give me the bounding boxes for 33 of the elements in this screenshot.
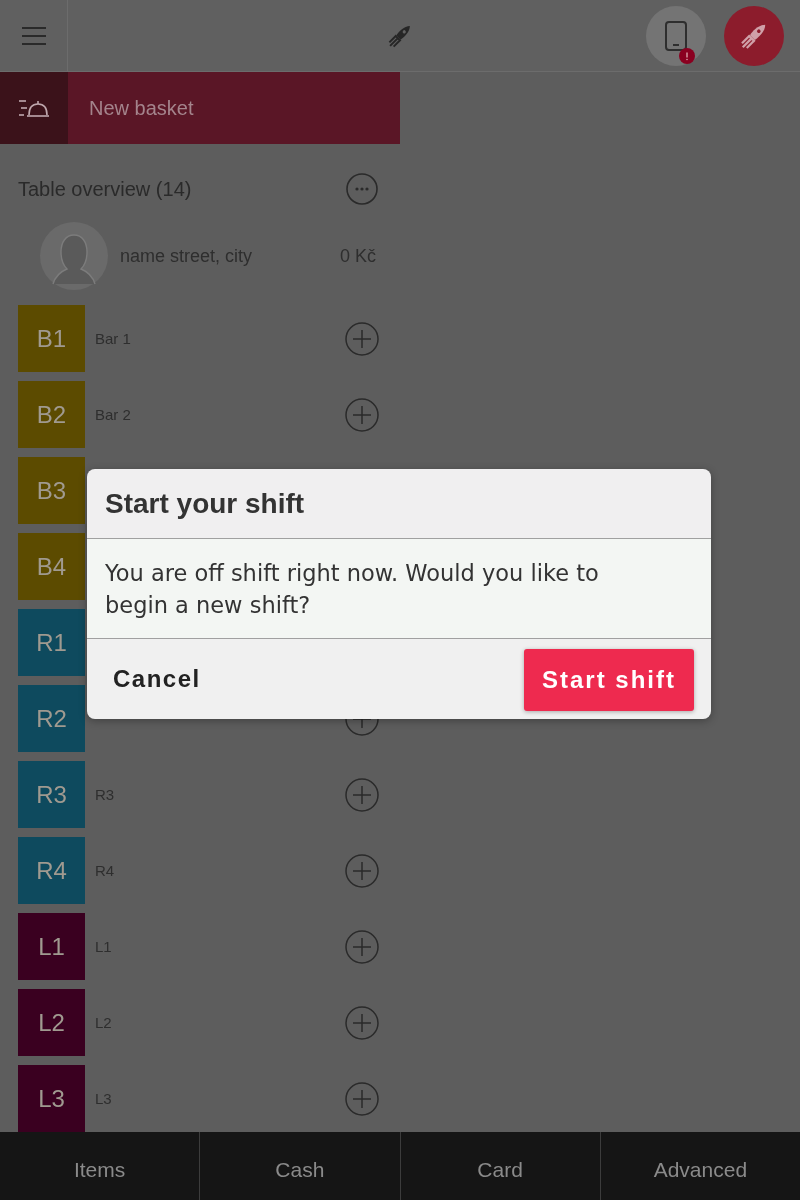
bottom-tab[interactable]: Items [0, 1132, 200, 1200]
add-icon[interactable] [345, 321, 379, 356]
table-tile[interactable]: R2 [18, 685, 85, 752]
cancel-button[interactable]: Cancel [111, 661, 203, 697]
table-tile[interactable]: R4 [18, 837, 85, 904]
bottom-tab[interactable]: Cash [199, 1132, 400, 1200]
dialog-title: Start your shift [105, 487, 305, 520]
tablet-icon [665, 20, 687, 51]
avatar-icon [40, 222, 108, 290]
more-icon[interactable] [346, 173, 378, 205]
add-icon[interactable] [345, 777, 379, 812]
add-icon[interactable] [345, 397, 379, 432]
table-tile[interactable]: L3 [18, 1065, 85, 1132]
table-tile[interactable]: B2 [18, 381, 85, 448]
start-shift-button[interactable]: Start shift [524, 649, 694, 711]
table-tile[interactable]: L2 [18, 989, 85, 1056]
table-tile[interactable]: B4 [18, 533, 85, 600]
menu-icon [21, 26, 46, 45]
dialog-message: You are off shift right now. Would you like to begin a new shift? [105, 559, 600, 620]
add-icon[interactable] [345, 1081, 379, 1116]
add-icon[interactable] [345, 929, 379, 964]
add-icon[interactable] [345, 853, 379, 888]
table-tile[interactable]: R3 [18, 761, 85, 828]
basket-menu-button[interactable] [0, 72, 68, 144]
table-tile[interactable]: B1 [18, 305, 85, 372]
bottom-tab[interactable]: Advanced [599, 1132, 800, 1200]
new-basket-button[interactable]: New basket [68, 72, 400, 144]
bottom-tab[interactable]: Card [399, 1132, 600, 1200]
table-tile[interactable]: R1 [18, 609, 85, 676]
table-tile[interactable]: B3 [18, 457, 85, 524]
cloche-icon [19, 97, 49, 119]
table-tile[interactable]: L1 [18, 913, 85, 980]
add-icon[interactable] [345, 1005, 379, 1040]
